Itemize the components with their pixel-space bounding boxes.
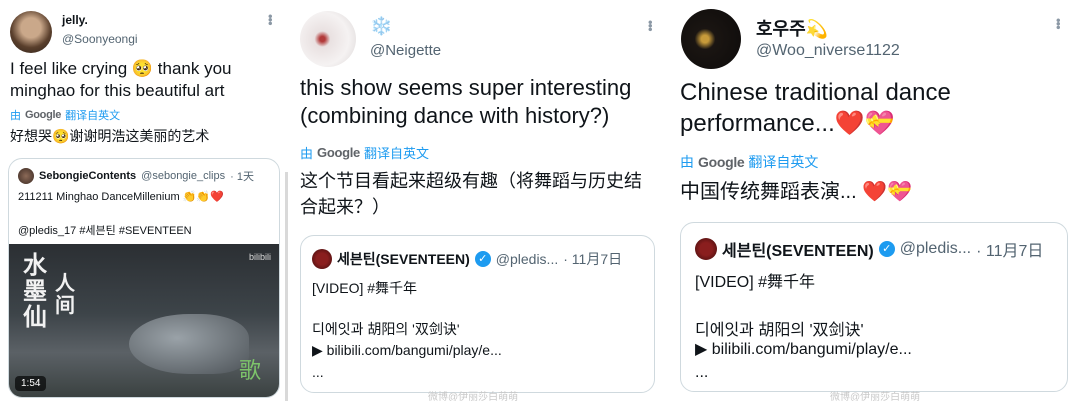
- seal-icon: 歌: [238, 359, 261, 384]
- google-logo-icon: Google: [25, 109, 62, 121]
- handle[interactable]: @Woo_niverse1122: [756, 42, 900, 60]
- tweet-text: this show seems super interesting (combi…: [300, 75, 632, 129]
- avatar[interactable]: [10, 11, 52, 53]
- seventeen-logo-icon[interactable]: [312, 249, 332, 269]
- translate-label: 翻译自英文: [748, 154, 819, 170]
- quote-link[interactable]: ▶ bilibili.com/bangumi/play/e...: [695, 339, 912, 359]
- handle[interactable]: @Neigette: [370, 42, 441, 59]
- quote-header: 세븐틴(SEVENTEEN) ✓ @pledis... · 11月7日: [312, 249, 622, 269]
- translated-text: 中国传统舞蹈表演... ❤️💝: [680, 181, 913, 203]
- quote-text: [VIDEO] #舞千年: [312, 280, 418, 296]
- quoted-tweet[interactable]: 세븐틴(SEVENTEEN) ✓ @pledis... · 11月7日 [VID…: [300, 235, 655, 393]
- more-options-icon[interactable]: •••: [643, 20, 658, 31]
- avatar[interactable]: [681, 9, 741, 69]
- quote-ellipsis: ...: [312, 364, 324, 380]
- translate-label: 翻译自英文: [364, 146, 430, 161]
- video-title: 水墨仙: [23, 250, 47, 331]
- translated-text: 好想哭🥺谢谢明浩这美丽的艺术: [10, 128, 210, 144]
- google-logo-icon: Google: [317, 145, 360, 160]
- translate-link[interactable]: 由 Google 翻译自英文: [10, 107, 120, 123]
- tweet-card-3[interactable]: 호우주💫 @Woo_niverse1122 ••• Chinese tradit…: [670, 0, 1080, 401]
- quote-text: 211211 Minghao DanceMillenium 👏👏❤️: [18, 191, 224, 203]
- verified-badge-icon: ✓: [474, 251, 491, 267]
- translated-text: 这个节目看起来超级有趣（将舞蹈与历史结合起来？）: [300, 171, 642, 218]
- translate-prefix: 由: [10, 110, 21, 122]
- verified-badge-icon: ✓: [878, 241, 895, 257]
- translate-link[interactable]: 由 Google 翻译自英文: [680, 152, 818, 172]
- video-thumbnail[interactable]: 水墨仙 人间 bilibili 歌 1:54: [9, 244, 279, 397]
- quote-hashtags: @pledis_17 #세븐틴 #SEVENTEEN: [18, 225, 192, 237]
- seventeen-logo-icon[interactable]: [695, 238, 717, 260]
- tweet-text: I feel like crying 🥺 thank you minghao f…: [10, 59, 232, 100]
- avatar[interactable]: [18, 168, 34, 184]
- display-name[interactable]: ❄️: [370, 16, 392, 37]
- video-title-2: 人间: [55, 271, 75, 317]
- watermark: 微博@伊丽莎白萌萌: [428, 392, 519, 401]
- more-options-icon[interactable]: •••: [263, 14, 278, 25]
- video-background-figure: [129, 314, 249, 374]
- quote-time[interactable]: · 11月7日: [563, 249, 622, 269]
- video-logo: bilibili: [248, 252, 271, 262]
- quote-time[interactable]: · 1天: [230, 168, 254, 184]
- tweet-card-1[interactable]: jelly. @Soonyeongi ••• I feel like cryin…: [0, 0, 285, 401]
- watermark: 微博@伊丽莎白萌萌: [830, 392, 921, 401]
- quoted-tweet[interactable]: 세븐틴(SEVENTEEN) ✓ @pledis... · 11月7日 [VID…: [680, 222, 1068, 392]
- avatar[interactable]: [300, 11, 356, 67]
- quote-author-handle[interactable]: @pledis...: [496, 251, 558, 267]
- quote-text: [VIDEO] #舞千年: [695, 274, 816, 291]
- quote-author-handle[interactable]: @pledis...: [900, 240, 971, 258]
- quoted-tweet[interactable]: SebongieContents @sebongie_clips · 1天 21…: [8, 158, 280, 398]
- handle[interactable]: @Soonyeongi: [62, 32, 138, 46]
- google-logo-icon: Google: [698, 154, 745, 170]
- quote-header: 세븐틴(SEVENTEEN) ✓ @pledis... · 11月7日: [695, 237, 1043, 261]
- quote-author-name[interactable]: 세븐틴(SEVENTEEN): [337, 249, 470, 269]
- quote-author-name[interactable]: 세븐틴(SEVENTEEN): [722, 237, 874, 261]
- display-name[interactable]: 호우주💫: [756, 15, 828, 41]
- quote-header: SebongieContents @sebongie_clips · 1天: [18, 168, 254, 184]
- translate-prefix: 由: [680, 154, 694, 170]
- translate-link[interactable]: 由 Google 翻译自英文: [300, 143, 429, 162]
- quote-ellipsis: ...: [695, 364, 709, 381]
- quote-time[interactable]: · 11月7日: [976, 237, 1043, 261]
- quote-author-name[interactable]: SebongieContents: [39, 170, 136, 182]
- tweet-text: Chinese traditional dance performance...…: [680, 79, 951, 137]
- quote-text-korean: 디에잇과 胡阳의 '双剑诀': [312, 321, 460, 337]
- quote-text-korean: 디에잇과 胡阳의 '双剑诀': [695, 322, 864, 339]
- translate-prefix: 由: [300, 146, 314, 161]
- quote-link[interactable]: ▶ bilibili.com/bangumi/play/e...: [312, 342, 502, 359]
- more-options-icon[interactable]: •••: [1051, 18, 1066, 29]
- translate-label: 翻译自英文: [65, 110, 121, 122]
- quote-author-handle[interactable]: @sebongie_clips: [141, 170, 225, 182]
- video-duration: 1:54: [15, 376, 47, 391]
- display-name[interactable]: jelly.: [62, 13, 88, 27]
- tweet-card-2[interactable]: ❄️ @Neigette ••• this show seems super i…: [288, 0, 668, 401]
